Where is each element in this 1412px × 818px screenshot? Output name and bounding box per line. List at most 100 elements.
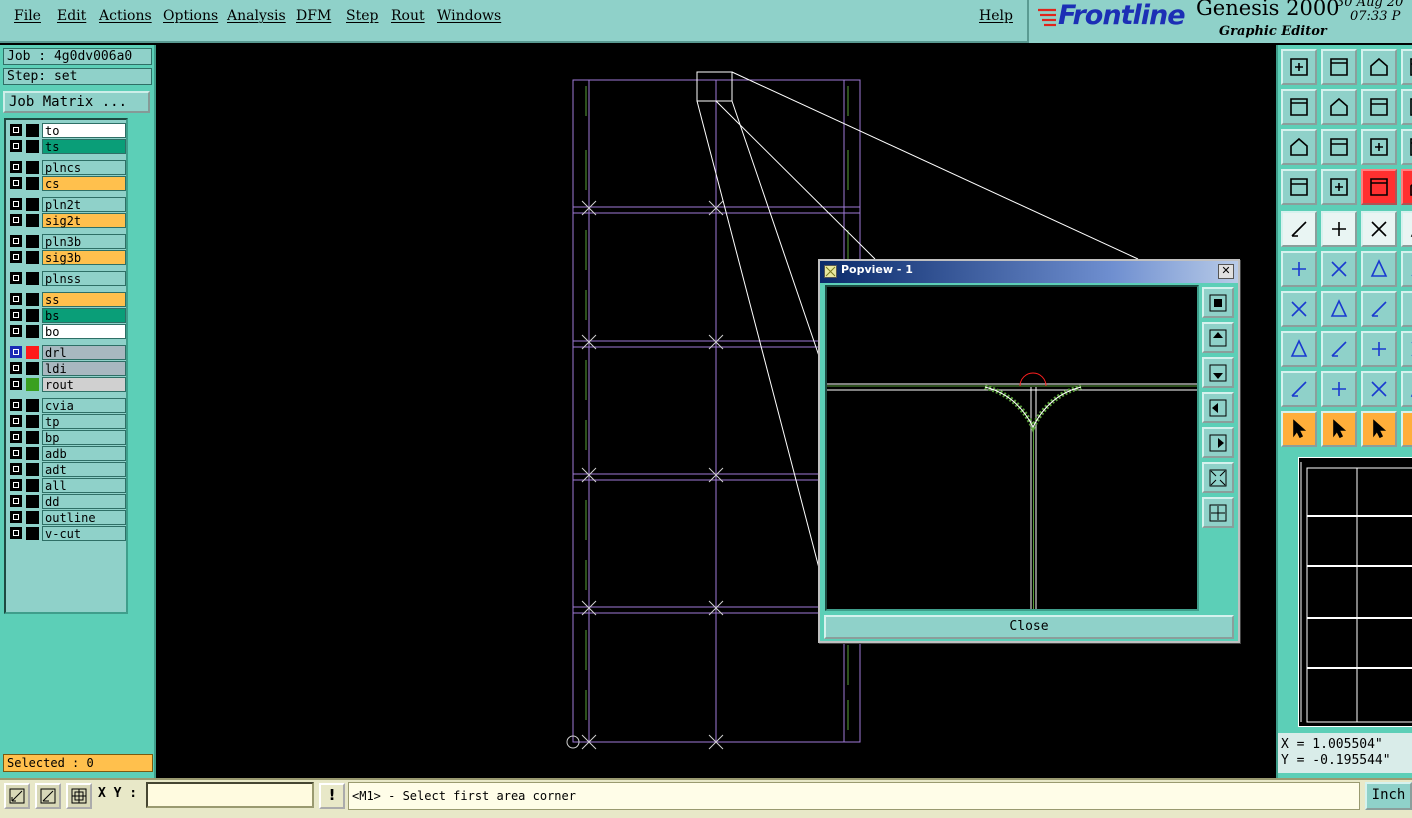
menu-rout[interactable]: Rout	[391, 8, 425, 24]
layer-display-swatch[interactable]	[26, 214, 39, 227]
tool-button-bracket[interactable]	[1401, 331, 1412, 367]
tool-button-resize[interactable]	[1361, 331, 1397, 367]
tool-button-ruler[interactable]	[1361, 211, 1397, 247]
menu-options[interactable]: Options	[163, 8, 218, 24]
tool-button-arc[interactable]	[1321, 371, 1357, 407]
tool-button-copy[interactable]	[1401, 251, 1412, 287]
layer-checkbox[interactable]	[10, 463, 22, 475]
tool-button-undo-zoom[interactable]	[1361, 89, 1397, 125]
tool-button-select-net[interactable]	[1401, 411, 1412, 447]
layer-row-bp[interactable]: bp	[8, 430, 126, 445]
tool-button-delete[interactable]	[1321, 251, 1357, 287]
layer-checkbox[interactable]	[10, 495, 22, 507]
layer-row-dd[interactable]: dd	[8, 494, 126, 509]
layer-checkbox[interactable]	[10, 479, 22, 491]
layer-checkbox[interactable]	[10, 177, 22, 189]
layer-checkbox[interactable]	[10, 362, 22, 374]
layer-name[interactable]: pln3b	[42, 234, 126, 249]
layer-row-ss[interactable]: ss	[8, 292, 126, 307]
layer-name[interactable]: sig3b	[42, 250, 126, 265]
tool-button-grid[interactable]	[1401, 129, 1412, 165]
layer-display-swatch[interactable]	[26, 399, 39, 412]
xy-coordinate-input[interactable]	[146, 782, 314, 808]
layer-row-ts[interactable]: ts	[8, 139, 126, 154]
layer-row-pln3b[interactable]: pln3b	[8, 234, 126, 249]
layer-row-pln2t[interactable]: pln2t	[8, 197, 126, 212]
popview-zoom-in-button[interactable]	[1202, 462, 1234, 493]
layer-name[interactable]: adb	[42, 446, 126, 461]
tool-button-traffic-light[interactable]	[1361, 169, 1397, 205]
menu-windows[interactable]: Windows	[437, 8, 501, 24]
layer-row-ldi[interactable]: ldi	[8, 361, 126, 376]
layer-name[interactable]: bs	[42, 308, 126, 323]
close-icon[interactable]: ✕	[1218, 264, 1234, 279]
layer-display-swatch[interactable]	[26, 235, 39, 248]
layer-name[interactable]: outline	[42, 510, 126, 525]
menu-edit[interactable]: Edit	[57, 8, 86, 24]
measure-mode-button[interactable]	[35, 783, 61, 809]
layer-row-v-cut[interactable]: v-cut	[8, 526, 126, 541]
tool-button-zoom-left[interactable]	[1281, 89, 1317, 125]
layer-display-swatch[interactable]	[26, 198, 39, 211]
layer-row-bs[interactable]: bs	[8, 308, 126, 323]
units-toggle-button[interactable]: Inch	[1365, 782, 1412, 810]
layer-row-cvia[interactable]: cvia	[8, 398, 126, 413]
layer-checkbox[interactable]	[10, 378, 22, 390]
layer-display-swatch[interactable]	[26, 378, 39, 391]
tool-button-slash[interactable]	[1321, 291, 1357, 327]
grid-snap-button[interactable]	[66, 783, 92, 809]
tool-button-select-lasso[interactable]	[1361, 411, 1397, 447]
layer-checkbox[interactable]	[10, 161, 22, 173]
popview-close-button[interactable]: Close	[824, 615, 1234, 639]
tool-button-select-box[interactable]	[1321, 411, 1357, 447]
layer-name[interactable]: to	[42, 123, 126, 138]
layer-checkbox[interactable]	[10, 399, 22, 411]
layer-display-swatch[interactable]	[26, 177, 39, 190]
layer-name[interactable]: dd	[42, 494, 126, 509]
layer-name[interactable]: ts	[42, 139, 126, 154]
layer-name[interactable]: cs	[42, 176, 126, 191]
layer-checkbox[interactable]	[10, 214, 22, 226]
layer-checkbox[interactable]	[10, 293, 22, 305]
layer-checkbox[interactable]	[10, 309, 22, 321]
tool-button-save[interactable]	[1321, 49, 1357, 85]
layer-name[interactable]: tp	[42, 414, 126, 429]
layer-name[interactable]: drl	[42, 345, 126, 360]
tool-button-shape[interactable]	[1361, 371, 1397, 407]
menu-analysis[interactable]: Analysis	[227, 8, 286, 24]
layer-display-swatch[interactable]	[26, 447, 39, 460]
layer-row-plncs[interactable]: plncs	[8, 160, 126, 175]
layer-checkbox[interactable]	[10, 325, 22, 337]
layer-name[interactable]: plnss	[42, 271, 126, 286]
layer-checkbox[interactable]	[10, 431, 22, 443]
tool-button-connect[interactable]	[1281, 251, 1317, 287]
layer-name[interactable]: v-cut	[42, 526, 126, 541]
message-log-button[interactable]: !	[319, 783, 345, 809]
layer-name[interactable]: rout	[42, 377, 126, 392]
tool-button-mirror[interactable]	[1401, 291, 1412, 327]
popview-zoom-out-button[interactable]	[1202, 497, 1234, 528]
layer-display-swatch[interactable]	[26, 431, 39, 444]
popview-titlebar[interactable]: Popview - 1 ✕	[820, 261, 1238, 283]
layer-row-sig3b[interactable]: sig3b	[8, 250, 126, 265]
layer-name[interactable]: sig2t	[42, 213, 126, 228]
layer-display-swatch[interactable]	[26, 527, 39, 540]
tool-button-select-arrow[interactable]	[1281, 411, 1317, 447]
tool-button-polygon[interactable]	[1401, 371, 1412, 407]
layer-name[interactable]: ldi	[42, 361, 126, 376]
layer-checkbox[interactable]	[10, 272, 22, 284]
layer-checkbox[interactable]	[10, 198, 22, 210]
layer-display-swatch[interactable]	[26, 251, 39, 264]
layer-display-swatch[interactable]	[26, 362, 39, 375]
layer-display-swatch[interactable]	[26, 325, 39, 338]
layer-checkbox[interactable]	[10, 415, 22, 427]
layer-display-swatch[interactable]	[26, 511, 39, 524]
snap-mode-button[interactable]	[4, 783, 30, 809]
layer-row-rout[interactable]: rout	[8, 377, 126, 392]
layer-display-swatch[interactable]	[26, 272, 39, 285]
layer-name[interactable]: pln2t	[42, 197, 126, 212]
layer-checkbox[interactable]	[10, 124, 22, 136]
menu-actions[interactable]: Actions	[99, 8, 152, 24]
popview-zoom-fit-button[interactable]	[1202, 287, 1234, 318]
tool-button-zoom-home[interactable]	[1321, 129, 1357, 165]
